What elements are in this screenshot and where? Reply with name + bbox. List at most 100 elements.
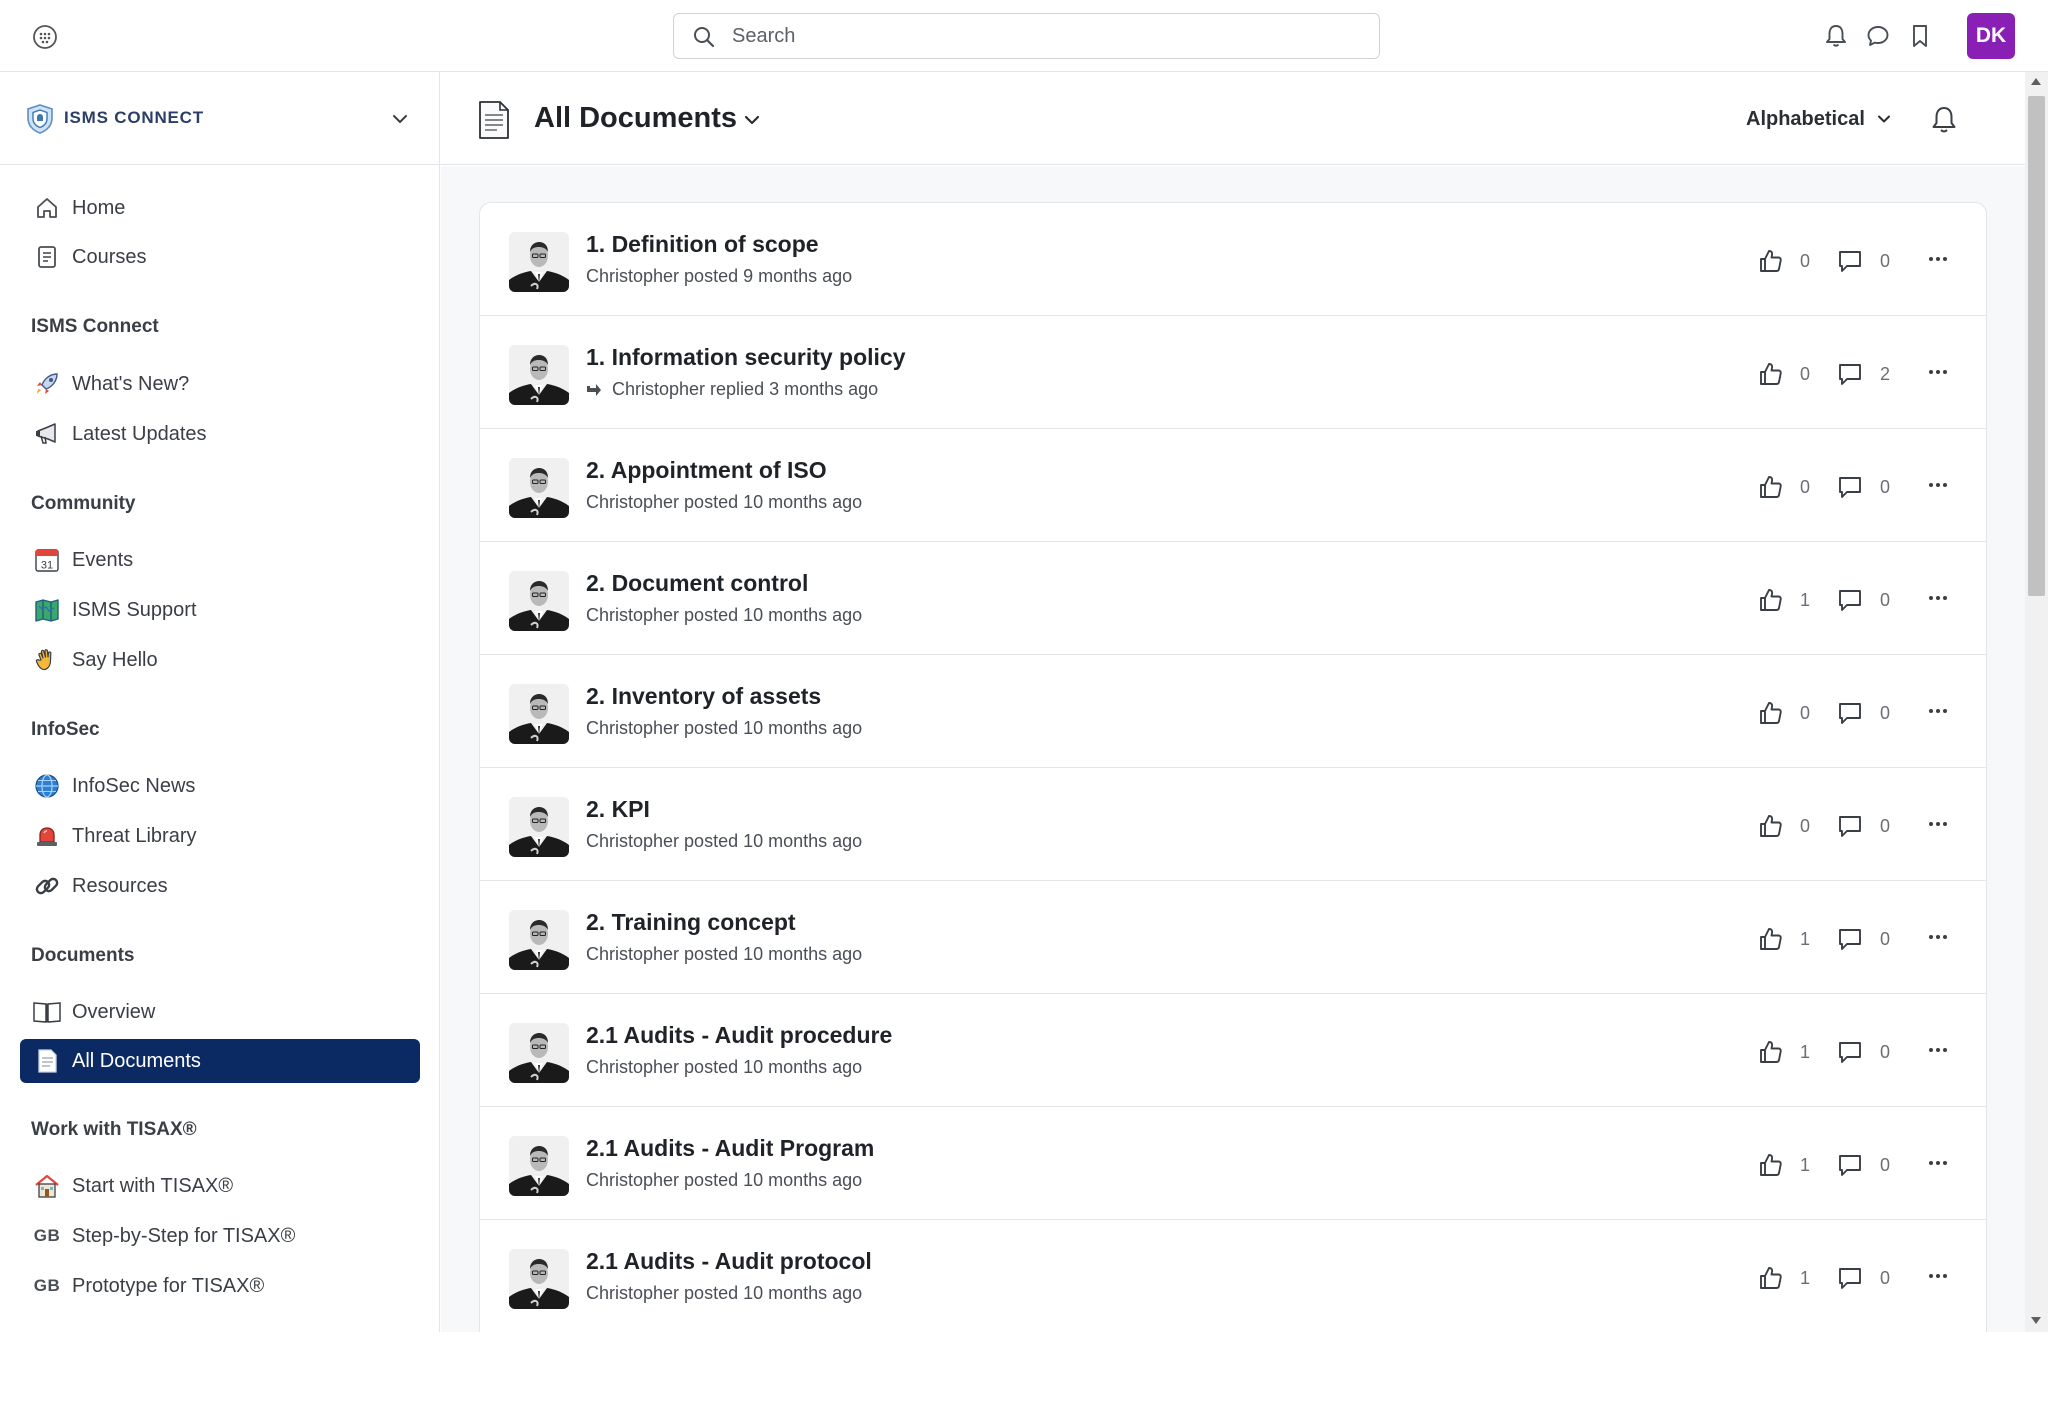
scroll-up-arrow-icon[interactable] [2031, 78, 2041, 85]
post-title[interactable]: 2. Document control [586, 570, 808, 597]
sidebar-item-step-by-step-tisax[interactable]: GB Step-by-Step for TISAX® [20, 1214, 420, 1258]
post-title[interactable]: 1. Definition of scope [586, 231, 819, 258]
sidebar-item-all-documents[interactable]: All Documents [20, 1039, 420, 1083]
chevron-down-icon[interactable] [1875, 110, 1893, 128]
author-avatar[interactable] [509, 232, 569, 292]
sidebar-item-events[interactable]: 31 Events [20, 538, 420, 582]
post-title[interactable]: 2. Appointment of ISO [586, 457, 827, 484]
sidebar-item-threat-library[interactable]: Threat Library [20, 814, 420, 858]
like-icon[interactable] [1757, 812, 1785, 840]
post-title[interactable]: 2.1 Audits - Audit procedure [586, 1022, 892, 1049]
post-row[interactable]: 2.1 Audits - Audit procedure Christopher… [480, 994, 1986, 1107]
post-meta: Christopher posted 10 months ago [586, 605, 862, 626]
post-title[interactable]: 1. Information security policy [586, 344, 906, 371]
brand-name: ISMS CONNECT [64, 108, 204, 127]
globe-icon [32, 771, 62, 801]
author-avatar[interactable] [509, 684, 569, 744]
like-icon[interactable] [1757, 1151, 1785, 1179]
post-row[interactable]: 2.1 Audits - Audit protocol Christopher … [480, 1220, 1986, 1332]
post-title[interactable]: 2. KPI [586, 796, 650, 823]
post-row[interactable]: 1. Definition of scope Christopher poste… [480, 203, 1986, 316]
sidebar-item-isms-support[interactable]: ISMS Support [20, 588, 420, 632]
like-icon[interactable] [1757, 699, 1785, 727]
bell-icon[interactable] [1822, 22, 1850, 50]
post-row[interactable]: 2. Training concept Christopher posted 1… [480, 881, 1986, 994]
post-row[interactable]: 2. Appointment of ISO Christopher posted… [480, 429, 1986, 542]
more-options-icon[interactable] [1926, 1038, 1950, 1062]
like-icon[interactable] [1757, 586, 1785, 614]
comment-icon[interactable] [1836, 1038, 1864, 1066]
sidebar-item-overview[interactable]: Overview [20, 990, 420, 1034]
chevron-down-icon[interactable] [742, 110, 762, 130]
scrollbar[interactable] [2025, 72, 2048, 1332]
comment-count: 0 [1880, 590, 1891, 610]
comment-icon[interactable] [1836, 473, 1864, 501]
more-options-icon[interactable] [1926, 925, 1950, 949]
more-options-icon[interactable] [1926, 247, 1950, 271]
chevron-down-icon[interactable] [390, 109, 410, 129]
more-options-icon[interactable] [1926, 473, 1950, 497]
sidebar-item-home[interactable]: Home [20, 186, 420, 230]
post-title[interactable]: 2. Inventory of assets [586, 683, 821, 710]
author-avatar[interactable] [509, 458, 569, 518]
post-row[interactable]: 2. KPI Christopher posted 10 months ago … [480, 768, 1986, 881]
search-input[interactable]: Search [673, 13, 1380, 59]
like-icon[interactable] [1757, 925, 1785, 953]
post-meta-text: Christopher posted 10 months ago [586, 718, 863, 738]
flag-gb-icon: GB [33, 1276, 61, 1295]
more-options-icon[interactable] [1926, 586, 1950, 610]
sidebar-item-whats-new[interactable]: What's New? [20, 362, 420, 406]
like-icon[interactable] [1757, 1264, 1785, 1292]
post-row[interactable]: 2. Document control Christopher posted 1… [480, 542, 1986, 655]
megaphone-icon [32, 419, 62, 449]
post-title[interactable]: 2. Training concept [586, 909, 796, 936]
like-icon[interactable] [1757, 473, 1785, 501]
scrollbar-thumb[interactable] [2028, 96, 2045, 596]
comment-icon[interactable] [1836, 699, 1864, 727]
sort-dropdown[interactable]: Alphabetical [1746, 108, 1865, 131]
more-options-icon[interactable] [1926, 699, 1950, 723]
sidebar-item-start-with-tisax[interactable]: Start with TISAX® [20, 1164, 420, 1208]
more-options-icon[interactable] [1926, 360, 1950, 384]
more-options-icon[interactable] [1926, 812, 1950, 836]
post-meta-text: Christopher posted 10 months ago [586, 1170, 863, 1190]
scroll-down-arrow-icon[interactable] [2031, 1317, 2041, 1324]
comment-icon[interactable] [1836, 247, 1864, 275]
sidebar-item-infosec-news[interactable]: InfoSec News [20, 764, 420, 808]
post-title[interactable]: 2.1 Audits - Audit protocol [586, 1248, 872, 1275]
author-avatar[interactable] [509, 910, 569, 970]
like-icon[interactable] [1757, 247, 1785, 275]
comment-icon[interactable] [1836, 812, 1864, 840]
post-row[interactable]: 1. Information security policy Christoph… [480, 316, 1986, 429]
more-options-icon[interactable] [1926, 1151, 1950, 1175]
author-avatar[interactable] [509, 1136, 569, 1196]
like-icon[interactable] [1757, 360, 1785, 388]
sidebar-item-latest-updates[interactable]: Latest Updates [20, 412, 420, 456]
more-options-icon[interactable] [1926, 1264, 1950, 1288]
comment-icon[interactable] [1836, 360, 1864, 388]
author-avatar[interactable] [509, 1249, 569, 1309]
sidebar-item-prototype-tisax[interactable]: GB Prototype for TISAX® [20, 1264, 420, 1308]
author-avatar[interactable] [509, 345, 569, 405]
chat-icon[interactable] [1864, 22, 1892, 50]
notification-bell-icon[interactable] [1928, 104, 1960, 136]
sidebar-item-courses[interactable]: Courses [20, 235, 420, 279]
comment-icon[interactable] [1836, 925, 1864, 953]
author-avatar[interactable] [509, 1023, 569, 1083]
like-count: 1 [1800, 1042, 1811, 1062]
comment-icon[interactable] [1836, 1151, 1864, 1179]
community-switcher[interactable]: ISMS CONNECT [0, 72, 440, 165]
like-icon[interactable] [1757, 1038, 1785, 1066]
author-avatar[interactable] [509, 797, 569, 857]
comment-icon[interactable] [1836, 586, 1864, 614]
app-grid-icon[interactable] [32, 24, 58, 50]
sidebar-item-say-hello[interactable]: Say Hello [20, 638, 420, 682]
comment-icon[interactable] [1836, 1264, 1864, 1292]
author-avatar[interactable] [509, 571, 569, 631]
post-row[interactable]: 2. Inventory of assets Christopher poste… [480, 655, 1986, 768]
bookmark-icon[interactable] [1906, 22, 1934, 50]
post-row[interactable]: 2.1 Audits - Audit Program Christopher p… [480, 1107, 1986, 1220]
sidebar-item-resources[interactable]: Resources [20, 864, 420, 908]
post-title[interactable]: 2.1 Audits - Audit Program [586, 1135, 874, 1162]
user-avatar[interactable]: DK [1967, 13, 2015, 59]
